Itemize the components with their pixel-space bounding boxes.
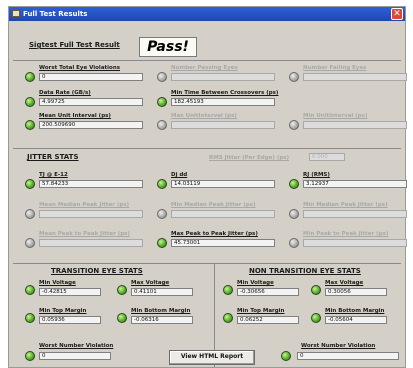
jitter-status-led-1 [157, 179, 167, 189]
jitter-metric-value-1: 14.03119 [171, 180, 275, 188]
transition-eye-value-1: 0.41101 [131, 288, 193, 296]
jitter-status-led-4 [157, 209, 167, 219]
jitter-metric-value-6 [39, 239, 143, 247]
right-metric-label-0: Number Failing Eyes [303, 65, 367, 71]
results-window: Full Test Results ✕ Sigtest Full Test Re… [8, 6, 407, 368]
jitter-metric-label-0: TJ @ E-12 [39, 172, 68, 178]
jitter-stats-heading: JITTER STATS [27, 153, 79, 161]
mid-metric-value-2 [171, 121, 275, 129]
non-transition-worst-led [281, 351, 291, 361]
right-metric-label-1: Min UnitInterval (ps) [303, 113, 368, 119]
jitter-status-led-3 [25, 209, 35, 219]
sigtest-result-label: Sigtest Full Test Result [29, 41, 120, 49]
non_transition-eye-label-1: Max Voltage [325, 280, 364, 286]
non_transition-eye-led-3 [311, 313, 321, 323]
jitter-status-led-0 [25, 179, 35, 189]
non_transition-eye-value-3: -0.05604 [325, 316, 387, 324]
jitter-metric-value-5 [303, 210, 407, 218]
view-html-report-button[interactable]: View HTML Report [169, 350, 255, 365]
non-transition-worst-value: 0 [297, 352, 399, 360]
transition-eye-value-3: -0.06316 [131, 316, 193, 324]
non_transition-eye-led-1 [311, 285, 321, 295]
jitter-metric-label-4: Min Median Peak Jitter (ps) [171, 202, 256, 208]
jitter-status-led-6 [25, 238, 35, 248]
jitter-metric-value-3 [39, 210, 143, 218]
rms-jitter-value: 0.000 [309, 153, 345, 161]
transition-eye-led-3 [117, 313, 127, 323]
left-metric-label-2: Mean Unit Interval (ps) [39, 113, 111, 119]
jitter-metric-label-7: Max Peak to Peak Jitter (ps) [171, 231, 258, 237]
non_transition-eye-label-3: Min Bottom Margin [325, 308, 385, 314]
jitter-status-led-5 [289, 209, 299, 219]
jitter-metric-value-4 [171, 210, 275, 218]
transition-eye-value-0: -0.42815 [39, 288, 101, 296]
jitter-metric-label-2: RJ (RMS) [303, 172, 330, 178]
left-metric-label-1: Data Rate (GB/s) [39, 90, 91, 96]
mid-metric-label-1: Min Time Between Crossovers (ps) [171, 90, 279, 96]
left-metric-value-0: 0 [39, 73, 143, 81]
transition-eye-led-1 [117, 285, 127, 295]
jitter-status-led-2 [289, 179, 299, 189]
non_transition-eye-led-2 [223, 313, 233, 323]
non_transition-eye-value-2: 0.06252 [237, 316, 299, 324]
transition-eye-label-0: Min Voltage [39, 280, 76, 286]
non_transition-eye-led-0 [223, 285, 233, 295]
jitter-metric-value-7: 45.73001 [171, 239, 275, 247]
non_transition-eye-label-0: Min Voltage [237, 280, 274, 286]
transition-eye-led-0 [25, 285, 35, 295]
title-bar[interactable]: Full Test Results ✕ [9, 7, 405, 21]
transition-eye-label-1: Max Voltage [131, 280, 170, 286]
jitter-metric-label-5: Min Median Peak Jitter (ps) [303, 202, 388, 208]
left-status-led-0 [25, 72, 35, 82]
transition-eye-heading: TRANSITION EYE STATS [51, 267, 143, 275]
transition-eye-label-3: Min Bottom Margin [131, 308, 191, 314]
jitter-metric-label-6: Mean Peak to Peak Jitter (ps) [39, 231, 130, 237]
jitter-metric-label-1: Dj dd [171, 172, 188, 178]
mid-status-led-0 [157, 72, 167, 82]
mid-metric-label-0: Number Passing Eyes [171, 65, 238, 71]
non_transition-eye-value-0: -0.30656 [237, 288, 299, 296]
transition-eye-led-2 [25, 313, 35, 323]
non-transition-eye-heading: NON TRANSITION EYE STATS [249, 267, 361, 275]
transition-worst-led [25, 351, 35, 361]
divider [13, 263, 401, 264]
jitter-metric-value-0: 57.84233 [39, 180, 143, 188]
rms-jitter-label: RMS Jitter (Per Edge) (ps) [209, 155, 290, 161]
window-title: Full Test Results [23, 10, 88, 18]
jitter-metric-value-8 [303, 239, 407, 247]
transition-eye-label-2: Min Top Margin [39, 308, 87, 314]
jitter-metric-label-3: Mean Median Peak Jitter (ps) [39, 202, 130, 208]
jitter-status-led-7 [157, 238, 167, 248]
left-metric-label-0: Worst Total Eye Violations [39, 65, 121, 71]
mid-status-led-2 [157, 120, 167, 130]
left-status-led-2 [25, 120, 35, 130]
mid-metric-value-0 [171, 73, 275, 81]
mid-status-led-1 [157, 97, 167, 107]
transition-eye-value-2: 0.05936 [39, 316, 101, 324]
transition-worst-value: 0 [39, 352, 111, 360]
left-status-led-1 [25, 97, 35, 107]
mid-metric-value-1: 182.45193 [171, 98, 275, 106]
jitter-metric-value-2: 3.12937 [303, 180, 407, 188]
right-status-led-1 [289, 120, 299, 130]
right-metric-value-0 [303, 73, 407, 81]
divider [13, 60, 401, 61]
non-transition-worst-label: Worst Number Violation [301, 343, 376, 349]
jitter-metric-label-8: Min Peak to Peak Jitter (ps) [303, 231, 389, 237]
divider [13, 148, 401, 149]
close-button[interactable]: ✕ [391, 8, 403, 20]
transition-worst-label: Worst Number Violation [39, 343, 114, 349]
non_transition-eye-value-1: 0.30056 [325, 288, 387, 296]
left-metric-value-2: 200.509690 [39, 121, 143, 129]
non_transition-eye-label-2: Min Top Margin [237, 308, 285, 314]
mid-metric-label-2: Max UnitInterval (ps) [171, 113, 237, 119]
right-metric-value-1 [303, 121, 407, 129]
app-icon [12, 10, 20, 17]
left-metric-value-1: 4.99725 [39, 98, 143, 106]
jitter-status-led-8 [289, 238, 299, 248]
right-status-led-0 [289, 72, 299, 82]
pass-indicator: Pass! [139, 37, 197, 57]
